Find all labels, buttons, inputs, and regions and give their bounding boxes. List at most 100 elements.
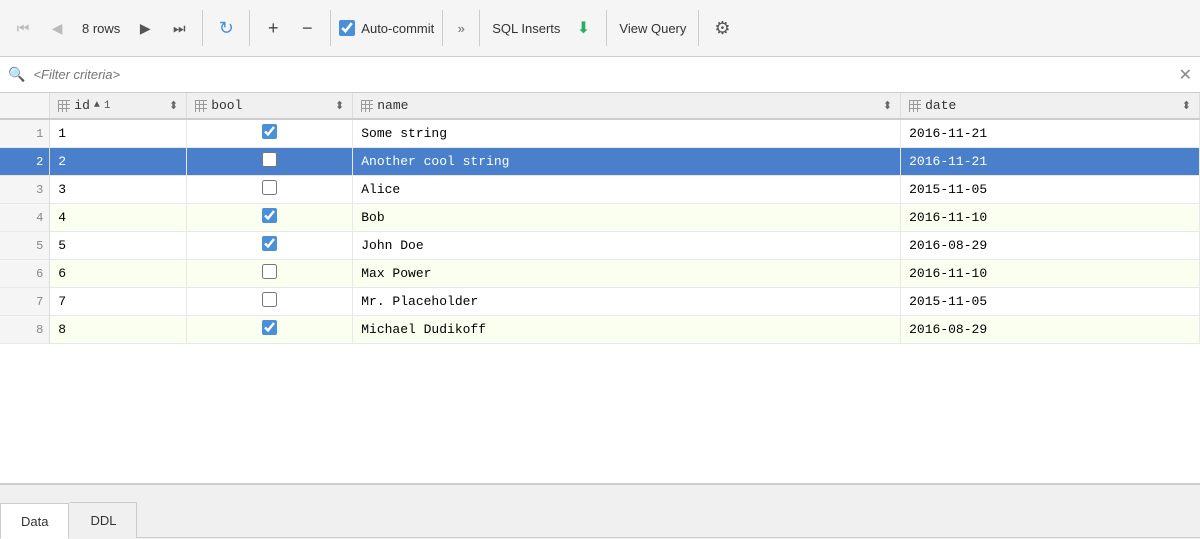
cell-date[interactable]: 2016-11-21 xyxy=(901,119,1200,148)
cell-date[interactable]: 2015-11-05 xyxy=(901,176,1200,204)
tab-ddl[interactable]: DDL xyxy=(69,502,137,538)
bool-checkbox[interactable] xyxy=(262,236,277,251)
cell-date[interactable]: 2016-08-29 xyxy=(901,232,1200,260)
separator-4 xyxy=(442,10,443,46)
filter-bar: 🔍 ✕ xyxy=(0,57,1200,93)
cell-id[interactable]: 6 xyxy=(50,260,187,288)
cell-name[interactable]: Michael Dudikoff xyxy=(353,316,901,344)
cell-name[interactable]: Max Power xyxy=(353,260,901,288)
col-header-id[interactable]: id ▲ 1 ⬍ xyxy=(50,93,187,119)
cell-name[interactable]: Bob xyxy=(353,204,901,232)
data-table: id ▲ 1 ⬍ bool ⬍ xyxy=(0,93,1200,344)
table-row[interactable]: 66 Max Power2016-11-10 xyxy=(0,260,1200,288)
bool-checkbox[interactable] xyxy=(262,292,277,307)
first-button[interactable]: ⏮ xyxy=(8,13,38,43)
download-button[interactable]: ⬇ xyxy=(568,13,598,43)
bool-checkbox[interactable] xyxy=(262,208,277,223)
separator-3 xyxy=(330,10,331,46)
cell-date[interactable]: 2016-11-21 xyxy=(901,148,1200,176)
next-button[interactable]: ▶ xyxy=(130,13,160,43)
table-row[interactable]: 77 Mr. Placeholder2015-11-05 xyxy=(0,288,1200,316)
cell-date[interactable]: 2016-11-10 xyxy=(901,204,1200,232)
row-number: 7 xyxy=(0,288,50,316)
table-row[interactable]: 88 Michael Dudikoff2016-08-29 xyxy=(0,316,1200,344)
cell-name[interactable]: Some string xyxy=(353,119,901,148)
bool-checkbox[interactable] xyxy=(262,264,277,279)
col-grid-icon-id xyxy=(58,100,70,112)
col-sort-btn-date[interactable]: ⬍ xyxy=(1182,99,1191,113)
col-header-date[interactable]: date ⬍ xyxy=(901,93,1200,119)
col-sort-btn-name[interactable]: ⬍ xyxy=(883,99,892,113)
filter-input[interactable] xyxy=(33,67,1170,82)
cell-id[interactable]: 5 xyxy=(50,232,187,260)
tab-data[interactable]: Data xyxy=(0,503,69,539)
col-grid-icon-bool xyxy=(195,100,207,112)
cell-id[interactable]: 4 xyxy=(50,204,187,232)
bool-checkbox[interactable] xyxy=(262,152,277,167)
cell-id[interactable]: 3 xyxy=(50,176,187,204)
cell-name[interactable]: Alice xyxy=(353,176,901,204)
row-number: 4 xyxy=(0,204,50,232)
cell-id[interactable]: 8 xyxy=(50,316,187,344)
cell-bool[interactable] xyxy=(187,316,353,344)
cell-id[interactable]: 2 xyxy=(50,148,187,176)
cell-date[interactable]: 2015-11-05 xyxy=(901,288,1200,316)
col-grid-icon-date xyxy=(909,100,921,112)
table-row[interactable]: 44 Bob2016-11-10 xyxy=(0,204,1200,232)
cell-bool[interactable] xyxy=(187,119,353,148)
col-header-name[interactable]: name ⬍ xyxy=(353,93,901,119)
col-label-name: name xyxy=(377,98,408,113)
row-number: 1 xyxy=(0,119,50,148)
table-row[interactable]: 11 Some string2016-11-21 xyxy=(0,119,1200,148)
col-sort-btn-id[interactable]: ⬍ xyxy=(169,99,178,113)
last-button[interactable]: ⏭ xyxy=(164,13,194,43)
cell-id[interactable]: 1 xyxy=(50,119,187,148)
cell-id[interactable]: 7 xyxy=(50,288,187,316)
cell-date[interactable]: 2016-08-29 xyxy=(901,316,1200,344)
bool-checkbox[interactable] xyxy=(262,124,277,139)
table-row[interactable]: 55 John Doe2016-08-29 xyxy=(0,232,1200,260)
cell-name[interactable]: John Doe xyxy=(353,232,901,260)
cell-date[interactable]: 2016-11-10 xyxy=(901,260,1200,288)
row-number: 6 xyxy=(0,260,50,288)
bool-checkbox[interactable] xyxy=(262,180,277,195)
autocommit-area: Auto-commit xyxy=(339,20,434,36)
separator-6 xyxy=(606,10,607,46)
cell-name[interactable]: Mr. Placeholder xyxy=(353,288,901,316)
data-table-container: id ▲ 1 ⬍ bool ⬍ xyxy=(0,93,1200,483)
table-row[interactable]: 22 Another cool string2016-11-21 xyxy=(0,148,1200,176)
col-label-date: date xyxy=(925,98,956,113)
sort-num-id: 1 xyxy=(104,100,111,112)
table-row[interactable]: 33Alice2015-11-05 xyxy=(0,176,1200,204)
filter-clear-button[interactable]: ✕ xyxy=(1179,65,1192,85)
view-query-label: View Query xyxy=(615,21,690,36)
row-number: 5 xyxy=(0,232,50,260)
col-grid-icon-name xyxy=(361,100,373,112)
col-header-bool[interactable]: bool ⬍ xyxy=(187,93,353,119)
add-row-button[interactable]: + xyxy=(258,13,288,43)
prev-button[interactable]: ◀ xyxy=(42,13,72,43)
row-number: 8 xyxy=(0,316,50,344)
settings-button[interactable]: ⚙ xyxy=(707,13,737,43)
cell-bool[interactable] xyxy=(187,176,353,204)
refresh-button[interactable]: ↻ xyxy=(211,13,241,43)
more-options-button[interactable]: » xyxy=(451,13,471,43)
remove-row-button[interactable]: − xyxy=(292,13,322,43)
separator-7 xyxy=(698,10,699,46)
table-body: 11 Some string2016-11-21 22 Another cool st… xyxy=(0,119,1200,344)
col-label-bool: bool xyxy=(211,98,242,113)
cell-name[interactable]: Another cool string xyxy=(353,148,901,176)
cell-bool[interactable] xyxy=(187,288,353,316)
separator-1 xyxy=(202,10,203,46)
cell-bool[interactable] xyxy=(187,204,353,232)
cell-bool[interactable] xyxy=(187,232,353,260)
cell-bool[interactable] xyxy=(187,260,353,288)
sql-inserts-label: SQL Inserts xyxy=(488,21,564,36)
cell-bool[interactable] xyxy=(187,148,353,176)
bool-checkbox[interactable] xyxy=(262,320,277,335)
col-sort-btn-bool[interactable]: ⬍ xyxy=(335,99,344,113)
row-number: 2 xyxy=(0,148,50,176)
autocommit-label: Auto-commit xyxy=(361,21,434,36)
col-label-id: id xyxy=(74,98,90,113)
autocommit-checkbox[interactable] xyxy=(339,20,355,36)
